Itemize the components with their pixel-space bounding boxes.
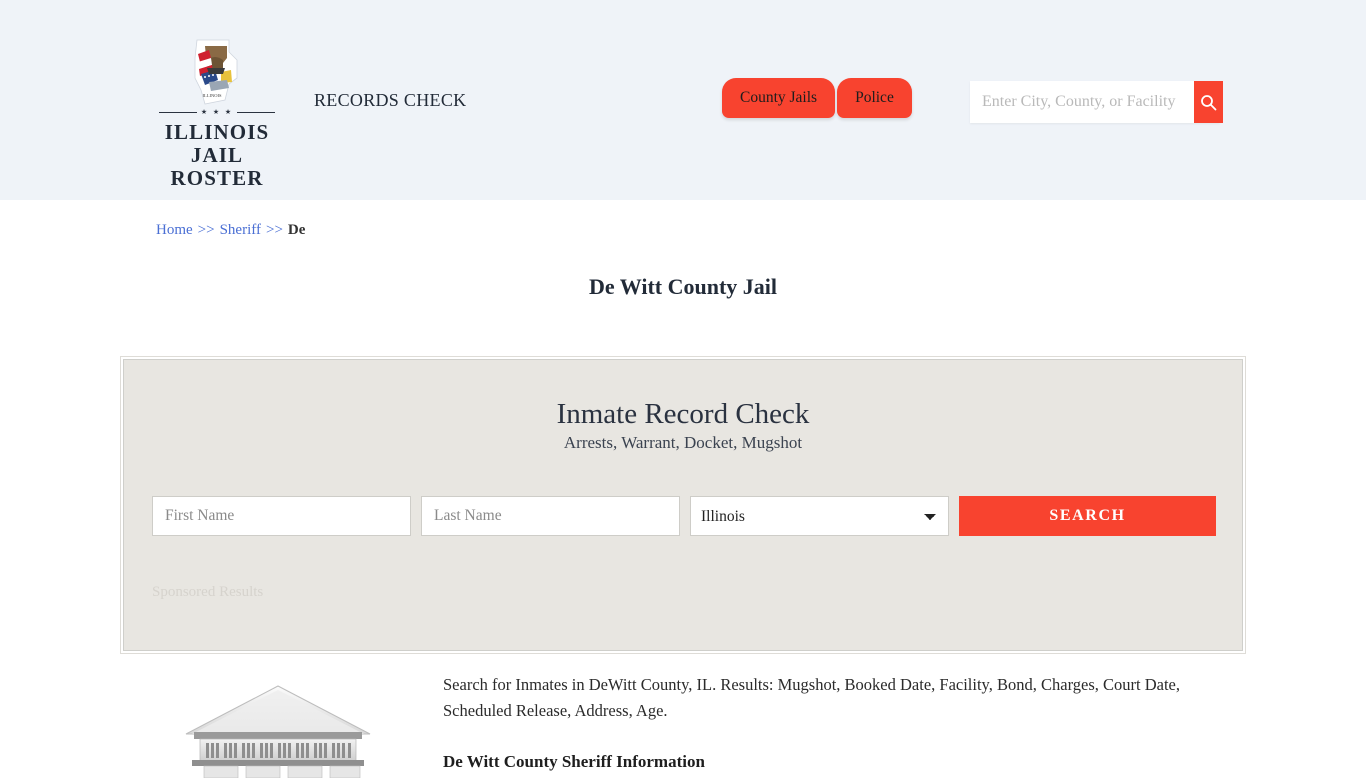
content-text-block: Search for Inmates in DeWitt County, IL.… <box>423 672 1213 783</box>
breadcrumb-link-sheriff[interactable]: Sheriff <box>220 222 261 238</box>
breadcrumb-separator: >> <box>197 222 215 238</box>
content-section: Search for Inmates in DeWitt County, IL.… <box>123 672 1243 783</box>
site-logo[interactable]: ILLINOIS ★ ★ ★ ILLINOIS JAIL ROSTER <box>152 38 282 190</box>
panel-title: Inmate Record Check <box>556 398 810 430</box>
panel-subtitle: Arrests, Warrant, Docket, Mugshot <box>563 433 803 452</box>
nav-tab-police[interactable]: Police <box>837 78 912 118</box>
logo-text-jail-roster: JAIL ROSTER <box>170 143 264 190</box>
breadcrumb-link-home[interactable]: Home <box>156 222 193 238</box>
illinois-state-seal-icon: ILLINOIS <box>185 38 249 106</box>
first-name-input[interactable] <box>152 496 411 536</box>
inmate-record-check-panel: Inmate Record Check Arrests, Warrant, Do… <box>120 356 1246 654</box>
search-icon <box>1201 94 1217 110</box>
svg-text:ILLINOIS: ILLINOIS <box>203 93 222 98</box>
inmate-search-form: Illinois SEARCH <box>152 496 1216 536</box>
logo-text-illinois: ILLINOIS <box>164 120 270 144</box>
header-tagline: RECORDS CHECK <box>314 90 467 110</box>
primary-nav: County Jails Police <box>722 78 912 118</box>
header-search-input[interactable] <box>970 81 1194 123</box>
header-search-button[interactable] <box>1194 81 1223 123</box>
last-name-input[interactable] <box>421 496 680 536</box>
content-paragraph: Search for Inmates in DeWitt County, IL.… <box>443 675 1180 720</box>
state-select[interactable]: Illinois <box>690 496 949 536</box>
search-button[interactable]: SEARCH <box>959 496 1216 536</box>
content-section-heading: De Witt County Sheriff Information <box>443 752 705 771</box>
nav-tab-county-jails[interactable]: County Jails <box>722 78 836 118</box>
site-header: ILLINOIS ★ ★ ★ ILLINOIS JAIL ROSTER RECO… <box>0 0 1366 200</box>
sponsored-results-label: Sponsored Results <box>152 584 264 600</box>
breadcrumb-current: De <box>287 222 306 238</box>
logo-divider: ★ ★ ★ <box>159 108 275 117</box>
breadcrumb: Home >> Sheriff >> De <box>156 222 305 239</box>
breadcrumb-separator: >> <box>265 222 283 238</box>
courthouse-building-icon <box>123 672 423 783</box>
header-search-box <box>970 81 1223 123</box>
page-title: De Witt County Jail <box>588 274 778 299</box>
